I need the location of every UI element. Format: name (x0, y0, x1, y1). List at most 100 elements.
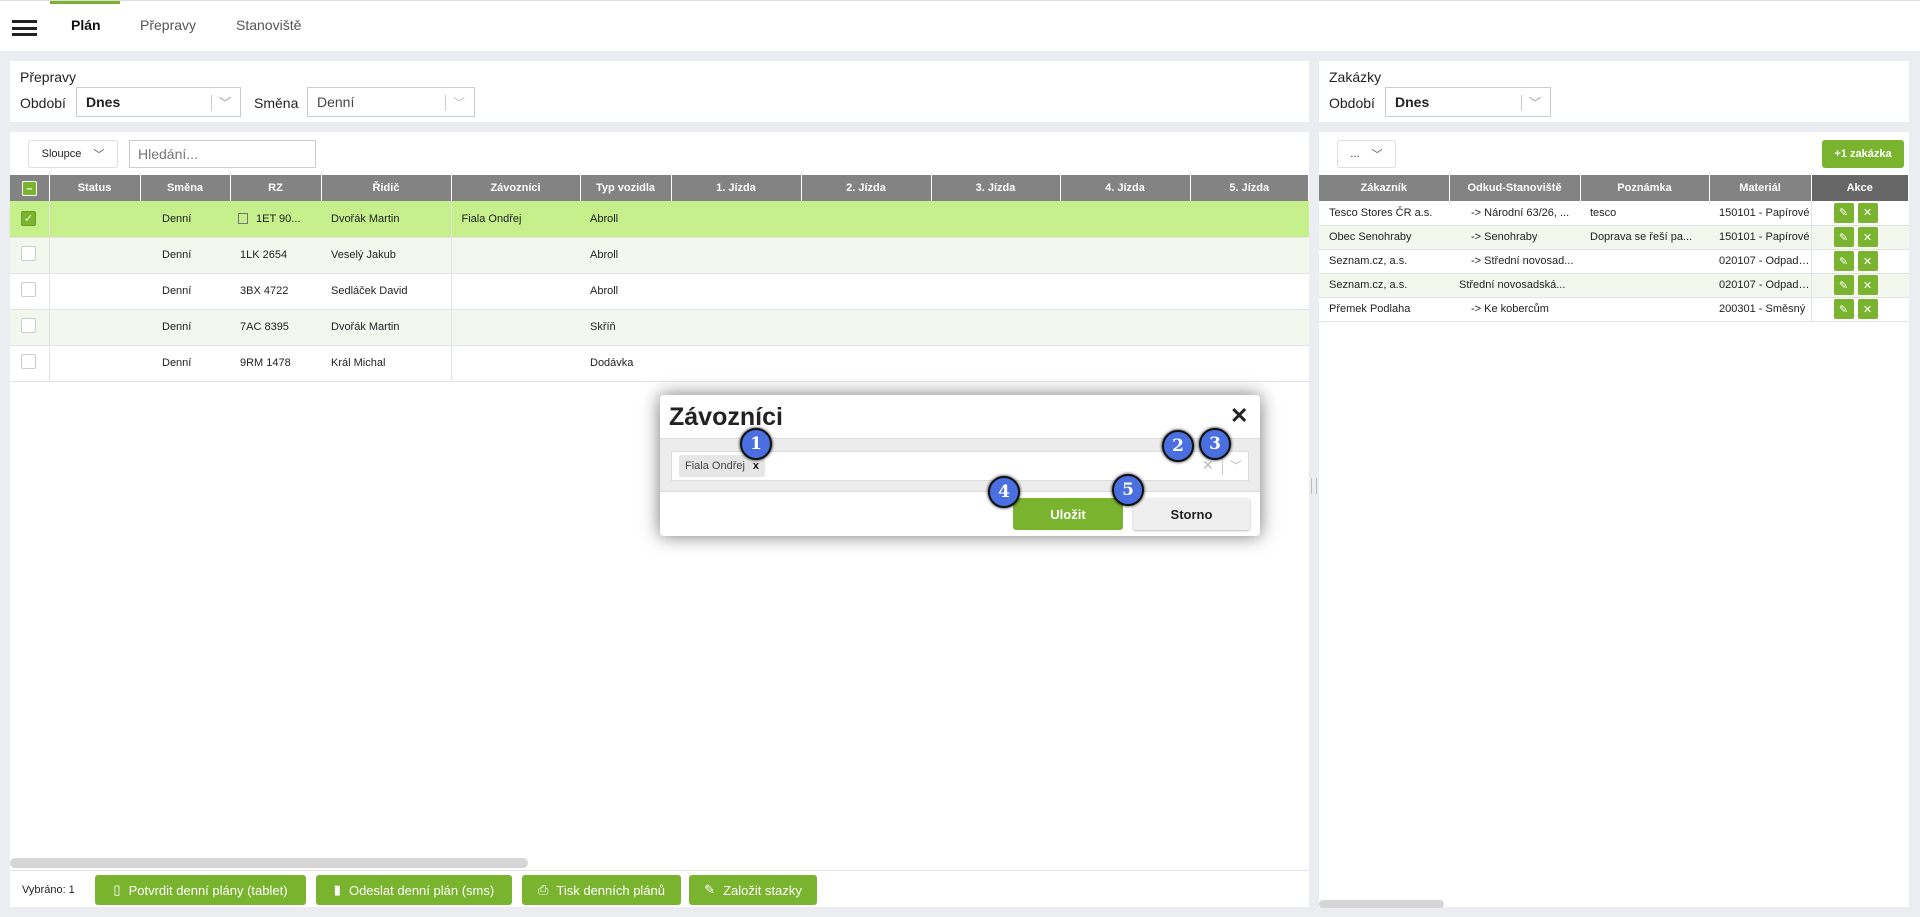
table-row[interactable]: Seznam.cz, a.s. Střední novosadská... 0201… (1319, 273, 1909, 298)
row-checkbox[interactable]: ✓ (10, 201, 50, 238)
create-stazky-button[interactable]: ✎ Založit stazky (689, 875, 817, 905)
row-checkbox[interactable] (10, 309, 50, 346)
col-crew[interactable]: Závozníci (451, 175, 581, 201)
col-from-station[interactable]: Odkud-Stanoviště (1449, 175, 1581, 201)
table-row[interactable]: ✓ Denní 1ET 90... Dvořák Martin Fiala Ondřej… (10, 201, 1309, 238)
edit-icon[interactable]: ✎ (1833, 299, 1854, 319)
table-row[interactable]: Denní 9RM 1478 Král Michal Dodávka (10, 345, 1309, 382)
col-material[interactable]: Materiál (1709, 175, 1812, 201)
cell-text: Skříň (590, 321, 616, 333)
cell-driver: Sedláček David (321, 273, 451, 310)
period-select[interactable]: Dnes ﹀ (76, 87, 241, 117)
cell-trip[interactable] (671, 309, 801, 346)
cell-trip[interactable] (671, 345, 801, 382)
col-trip-3[interactable]: 3. Jízda (931, 175, 1061, 201)
col-trip-5[interactable]: 5. Jízda (1190, 175, 1309, 201)
search-input[interactable] (129, 140, 316, 168)
edit-icon[interactable]: ✎ (1833, 227, 1854, 247)
cell-trip[interactable] (931, 237, 1060, 274)
edit-icon[interactable]: ✎ (1833, 202, 1854, 223)
col-customer[interactable]: Zákazník (1319, 175, 1450, 201)
delete-icon[interactable]: ✕ (1857, 227, 1878, 247)
edit-icon[interactable]: ✎ (1833, 251, 1854, 271)
tab-plan[interactable]: Plán (71, 17, 101, 33)
splitter-handle[interactable] (1311, 478, 1317, 494)
cell-trip[interactable] (1190, 345, 1309, 382)
table-row[interactable]: Denní 7AC 8395 Dvořák Martin Skříň (10, 309, 1309, 346)
cell-trip[interactable] (671, 201, 801, 238)
row-checkbox[interactable] (10, 345, 50, 382)
cell-trip[interactable] (671, 237, 801, 274)
columns-button[interactable]: Sloupce ﹀ (28, 140, 118, 168)
tab-prepravy[interactable]: Přepravy (140, 17, 196, 33)
delete-icon[interactable]: ✕ (1857, 299, 1878, 319)
horizontal-scrollbar[interactable] (1319, 900, 1444, 908)
panel-title: Přepravy (20, 69, 77, 85)
cell-material: 150101 - Papírové (1709, 201, 1811, 226)
col-vehicle[interactable]: Typ vozidla (580, 175, 672, 201)
col-rz[interactable]: RZ (230, 175, 322, 201)
table-row[interactable]: Přemek Podlaha -> Ke kobercům 200301 - Smě… (1319, 297, 1909, 322)
col-trip-4[interactable]: 4. Jízda (1060, 175, 1191, 201)
table-row[interactable]: Denní 1LK 2654 Veselý Jakub Abroll (10, 237, 1309, 274)
table-row[interactable]: Denní 3BX 4722 Sedláček David Abroll (10, 273, 1309, 310)
shift-select[interactable]: Denní ﹀ (307, 87, 475, 117)
delete-icon[interactable]: ✕ (1857, 251, 1878, 271)
cell-text: -> Ke kobercům (1471, 303, 1549, 315)
delete-icon[interactable]: ✕ (1857, 202, 1878, 223)
cell-vehicle: Abroll (580, 237, 671, 274)
col-trip-2[interactable]: 2. Jízda (801, 175, 932, 201)
cell-trip[interactable] (1060, 345, 1190, 382)
col-note[interactable]: Poznámka (1580, 175, 1710, 201)
close-icon[interactable]: ✕ (1230, 403, 1248, 429)
cell-trip[interactable] (671, 273, 801, 310)
row-checkbox[interactable] (10, 237, 50, 274)
cell-trip[interactable] (1190, 309, 1309, 346)
cell-trip[interactable] (801, 201, 931, 238)
col-trip-1[interactable]: 1. Jízda (671, 175, 802, 201)
cell-text: -> Střední novosad... (1471, 255, 1574, 267)
add-order-button[interactable]: +1 zakázka (1822, 140, 1904, 168)
save-button[interactable]: Uložit (1013, 498, 1123, 530)
col-shift[interactable]: Směna (140, 175, 231, 201)
cell-trip[interactable] (1060, 309, 1190, 346)
confirm-plans-button[interactable]: ▯ Potvrdit denní plány (tablet) (95, 875, 306, 905)
col-status[interactable]: Status (49, 175, 141, 201)
period-value: Dnes (86, 94, 121, 110)
table-row[interactable]: Seznam.cz, a.s. -> Střední novosad... 0201… (1319, 249, 1909, 274)
more-options-dropdown[interactable]: ... ﹀ (1337, 140, 1396, 168)
cell-trip[interactable] (931, 273, 1060, 310)
select-all-checkbox[interactable]: – (10, 175, 50, 201)
cell-trip[interactable] (1190, 237, 1309, 274)
cell-trip[interactable] (1190, 273, 1309, 310)
send-sms-button[interactable]: ▮ Odeslat denní plán (sms) (316, 875, 512, 905)
edit-icon[interactable]: ✎ (1833, 275, 1854, 295)
horizontal-scrollbar[interactable] (10, 858, 528, 868)
row-checkbox[interactable] (10, 273, 50, 310)
cell-trip[interactable] (1060, 237, 1190, 274)
col-driver[interactable]: Řidič (321, 175, 452, 201)
table-row[interactable]: Obec Senohraby -> Senohraby Doprava se řeš… (1319, 225, 1909, 250)
note-icon[interactable] (238, 213, 248, 225)
cell-trip[interactable] (1060, 201, 1190, 238)
print-plans-button[interactable]: ⎙ Tisk denních plánů (522, 875, 681, 905)
cell-trip[interactable] (1190, 201, 1309, 238)
delete-icon[interactable]: ✕ (1857, 275, 1878, 295)
cell-trip[interactable] (931, 345, 1060, 382)
cancel-button[interactable]: Storno (1133, 498, 1250, 530)
orders-period-select[interactable]: Dnes ﹀ (1385, 87, 1551, 117)
cell-trip[interactable] (1060, 273, 1190, 310)
cell-trip[interactable] (931, 309, 1060, 346)
cell-trip[interactable] (931, 201, 1060, 238)
cell-trip[interactable] (801, 273, 931, 310)
table-row[interactable]: Tesco Stores ČR a.s. -> Národní 63/26, ..… (1319, 201, 1909, 226)
cell-trip[interactable] (801, 345, 931, 382)
chevron-down-icon[interactable]: ﹀ (1230, 457, 1242, 474)
top-nav: Plán Přepravy Stanoviště (0, 0, 1920, 51)
cell-trip[interactable] (801, 309, 931, 346)
tag-remove-icon[interactable]: x (753, 460, 759, 472)
tab-stanoviste[interactable]: Stanoviště (236, 17, 301, 33)
hamburger-menu-icon[interactable] (12, 20, 37, 36)
cell-note: tesco (1580, 201, 1709, 226)
cell-trip[interactable] (801, 237, 931, 274)
